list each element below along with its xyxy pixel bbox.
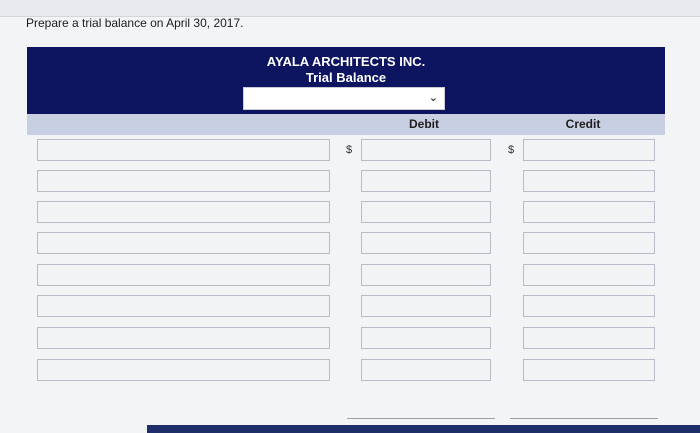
debit-input[interactable] <box>361 327 491 349</box>
statement-header: AYALA ARCHITECTS INC. Trial Balance ⌄ <box>27 47 665 114</box>
debit-input[interactable] <box>361 264 491 286</box>
column-header-row: Debit Credit <box>27 114 665 135</box>
table-row <box>0 264 700 290</box>
debit-dollar-sign: $ <box>346 144 353 156</box>
table-row <box>0 201 700 227</box>
credit-input[interactable] <box>523 170 655 192</box>
account-input[interactable] <box>37 327 330 349</box>
debit-input[interactable] <box>361 359 491 381</box>
table-row <box>0 359 700 385</box>
account-input[interactable] <box>37 232 330 254</box>
table-row <box>0 232 700 258</box>
credit-input[interactable] <box>523 327 655 349</box>
chevron-down-icon[interactable]: ⌄ <box>429 91 438 104</box>
page-top-border <box>0 0 700 17</box>
credit-input[interactable] <box>523 264 655 286</box>
account-input[interactable] <box>37 139 330 161</box>
debit-input[interactable] <box>361 201 491 223</box>
account-input[interactable] <box>37 170 330 192</box>
account-input[interactable] <box>37 359 330 381</box>
table-row <box>0 295 700 321</box>
debit-input[interactable] <box>361 139 491 161</box>
credit-input[interactable] <box>523 232 655 254</box>
credit-column-header: Credit <box>565 117 601 131</box>
account-input[interactable] <box>37 201 330 223</box>
debit-input[interactable] <box>361 232 491 254</box>
debit-input[interactable] <box>361 170 491 192</box>
debit-input[interactable] <box>361 295 491 317</box>
credit-input[interactable] <box>523 359 655 381</box>
credit-total-rule <box>510 418 658 419</box>
credit-dollar-sign: $ <box>508 144 515 156</box>
report-title: Trial Balance <box>305 70 387 85</box>
company-name: AYALA ARCHITECTS INC. <box>266 54 426 69</box>
table-row: $ $ <box>0 139 700 165</box>
question-prompt: Prepare a trial balance on April 30, 201… <box>26 16 244 30</box>
debit-column-header: Debit <box>409 117 439 131</box>
bottom-bar <box>147 425 700 433</box>
account-input[interactable] <box>37 295 330 317</box>
credit-input[interactable] <box>523 295 655 317</box>
table-row <box>0 327 700 353</box>
credit-input[interactable] <box>523 139 655 161</box>
date-select[interactable]: ⌄ <box>243 87 445 110</box>
table-row <box>0 170 700 196</box>
credit-input[interactable] <box>523 201 655 223</box>
account-input[interactable] <box>37 264 330 286</box>
debit-total-rule <box>347 418 495 419</box>
